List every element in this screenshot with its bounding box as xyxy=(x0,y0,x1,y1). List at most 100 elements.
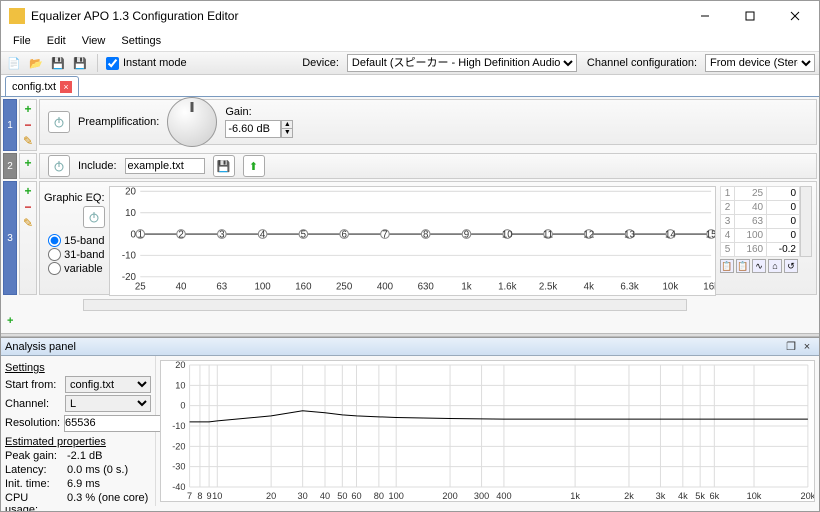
tab-config[interactable]: config.txt × xyxy=(5,76,79,96)
row-handle[interactable]: 1 xyxy=(3,99,17,151)
svg-text:25: 25 xyxy=(134,282,145,292)
svg-text:9: 9 xyxy=(207,491,212,501)
open-icon[interactable]: 📂 xyxy=(27,54,45,72)
tab-close-icon[interactable]: × xyxy=(60,81,72,93)
geq-table[interactable]: 125024003630410005160-0.2 xyxy=(720,186,800,257)
channel-label: Channel: xyxy=(5,398,61,410)
svg-text:6k: 6k xyxy=(709,491,719,501)
preamp-label: Preamplification: xyxy=(78,116,159,128)
svg-text:16k: 16k xyxy=(703,282,715,292)
power-icon xyxy=(87,210,101,224)
gain-input[interactable] xyxy=(225,120,281,138)
svg-text:20: 20 xyxy=(266,491,276,501)
filter-row-preamp: 1 + − ✎ Preamplification: Gain: ▲▼ xyxy=(3,99,817,151)
save-include-icon[interactable]: 💾 xyxy=(213,155,235,177)
normalize-icon[interactable]: ⌂ xyxy=(768,259,782,273)
chancfg-select[interactable]: From device (Stereo) xyxy=(705,54,815,72)
opt-31band[interactable]: 31-band xyxy=(48,248,104,261)
svg-text:10: 10 xyxy=(212,491,222,501)
add-icon[interactable]: + xyxy=(21,184,35,198)
svg-text:3: 3 xyxy=(219,229,224,240)
svg-text:13: 13 xyxy=(624,229,635,240)
export-icon[interactable]: 📋 xyxy=(736,259,750,273)
remove-icon[interactable]: − xyxy=(21,200,35,214)
power-icon xyxy=(52,159,66,173)
include-label: Include: xyxy=(78,160,117,172)
svg-text:80: 80 xyxy=(374,491,384,501)
gain-spinner[interactable]: ▲▼ xyxy=(281,120,293,138)
maximize-button[interactable] xyxy=(727,1,772,31)
svg-text:-30: -30 xyxy=(172,462,185,472)
menu-edit[interactable]: Edit xyxy=(39,33,74,49)
geq-label: Graphic EQ: xyxy=(44,192,105,204)
svg-text:200: 200 xyxy=(442,491,457,501)
app-icon xyxy=(9,8,25,24)
edit-icon[interactable]: ✎ xyxy=(21,134,35,148)
titlebar: Equalizer APO 1.3 Configuration Editor xyxy=(1,1,819,31)
filter-row-geq: 3 + − ✎ Graphic EQ: 15-band 31-band vari… xyxy=(3,181,817,295)
row-handle[interactable]: 3 xyxy=(3,181,17,295)
svg-text:2k: 2k xyxy=(624,491,634,501)
svg-text:63: 63 xyxy=(216,282,227,292)
svg-text:630: 630 xyxy=(417,282,434,292)
svg-text:4: 4 xyxy=(259,229,265,240)
svg-text:10k: 10k xyxy=(662,282,678,292)
close-panel-icon[interactable]: × xyxy=(799,341,815,353)
device-label: Device: xyxy=(302,57,339,69)
import-icon[interactable]: 📋 xyxy=(720,259,734,273)
reset-icon[interactable]: ↺ xyxy=(784,259,798,273)
svg-text:3k: 3k xyxy=(656,491,666,501)
edit-icon[interactable]: ✎ xyxy=(21,216,35,230)
svg-text:4k: 4k xyxy=(583,282,593,292)
analysis-graph[interactable]: 20100-10-20-30-4078910203040506080100200… xyxy=(160,360,815,502)
preamp-body: Preamplification: Gain: ▲▼ xyxy=(39,99,817,145)
channel-select[interactable]: L xyxy=(65,395,151,412)
add-filter-row: + xyxy=(3,313,817,331)
menu-settings[interactable]: Settings xyxy=(113,33,169,49)
add-icon[interactable]: + xyxy=(21,156,35,170)
save-icon[interactable]: 💾 xyxy=(49,54,67,72)
svg-text:12: 12 xyxy=(583,229,594,240)
include-file-input[interactable] xyxy=(125,158,205,174)
opt-variable[interactable]: variable xyxy=(48,262,104,275)
geq-tool-icons: 📋 📋 ∿ ⌂ ↺ xyxy=(720,259,812,273)
remove-icon[interactable]: − xyxy=(21,118,35,132)
geq-graph[interactable]: 20100-10-202540631001602504006301k1.6k2.… xyxy=(109,186,716,296)
geq-hscrollbar[interactable] xyxy=(83,299,687,311)
power-button[interactable] xyxy=(48,155,70,177)
table-scrollbar[interactable] xyxy=(800,186,812,257)
new-icon[interactable]: 📄 xyxy=(5,54,23,72)
menu-file[interactable]: File xyxy=(5,33,39,49)
device-select[interactable]: Default (スピーカー - High Definition Audio D… xyxy=(347,54,577,72)
minimize-button[interactable] xyxy=(682,1,727,31)
gain-label: Gain: xyxy=(225,106,293,118)
svg-text:6: 6 xyxy=(341,229,346,240)
undock-icon[interactable]: ❐ xyxy=(783,340,799,353)
peak-gain-label: Peak gain: xyxy=(5,450,63,462)
power-button[interactable] xyxy=(83,206,105,228)
svg-text:-40: -40 xyxy=(172,482,185,492)
row-actions: + − ✎ xyxy=(19,181,37,295)
power-button[interactable] xyxy=(48,111,70,133)
svg-text:10: 10 xyxy=(501,229,512,240)
save-all-icon[interactable]: 💾 xyxy=(71,54,89,72)
instant-mode-checkbox[interactable] xyxy=(106,57,119,70)
svg-text:160: 160 xyxy=(295,282,312,292)
row-handle[interactable]: 2 xyxy=(3,153,17,179)
opt-15band[interactable]: 15-band xyxy=(48,234,104,247)
add-icon[interactable]: + xyxy=(21,102,35,116)
add-filter-icon[interactable]: + xyxy=(7,315,21,329)
svg-text:400: 400 xyxy=(496,491,511,501)
menu-view[interactable]: View xyxy=(74,33,114,49)
svg-text:10: 10 xyxy=(175,380,185,390)
open-include-icon[interactable]: ⬆ xyxy=(243,155,265,177)
svg-text:250: 250 xyxy=(336,282,353,292)
svg-text:400: 400 xyxy=(376,282,393,292)
chancfg-label: Channel configuration: xyxy=(587,57,697,69)
close-button[interactable] xyxy=(772,1,817,31)
svg-text:9: 9 xyxy=(463,229,468,240)
svg-text:7: 7 xyxy=(382,229,387,240)
start-from-select[interactable]: config.txt xyxy=(65,376,151,393)
invert-icon[interactable]: ∿ xyxy=(752,259,766,273)
gain-knob[interactable] xyxy=(167,97,217,147)
